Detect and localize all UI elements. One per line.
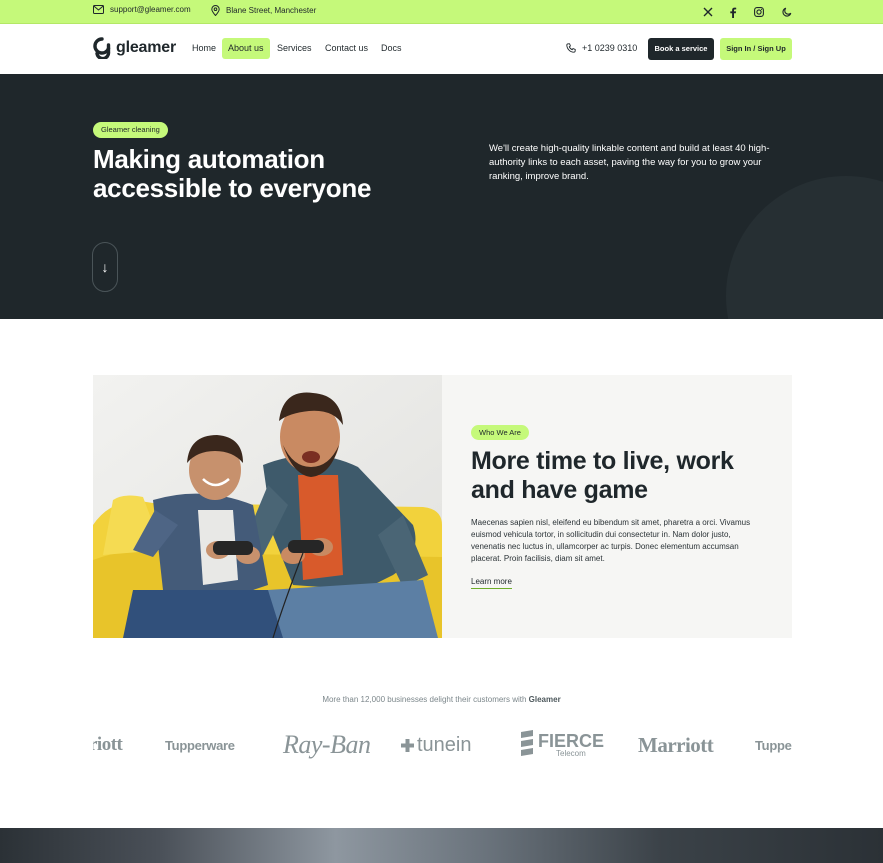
facebook-icon[interactable] — [726, 5, 740, 19]
client-logo-ray-ban: Ray-Ban — [283, 730, 371, 759]
site-header: gleamer Home About us Services Contact u… — [0, 24, 883, 74]
client-logo-strip: riott Tupperware Ray-Ban tunein FIERCE T… — [93, 720, 792, 770]
about-title: More time to live, work and have game — [471, 447, 771, 505]
topbar-email[interactable]: support@gleamer.com — [93, 5, 191, 14]
clients-note-brand: Gleamer — [528, 695, 561, 704]
client-logo-tupperware: Tupperware — [165, 737, 235, 753]
scroll-down-button[interactable]: ↓ — [92, 242, 118, 292]
hero-title: Making automation accessible to everyone — [93, 145, 433, 203]
moon-icon[interactable] — [780, 5, 794, 19]
hero-description: We'll create high-quality linkable conte… — [489, 143, 770, 182]
nav-services[interactable]: Services — [271, 38, 318, 59]
about-title-line-1: More time to live, work — [471, 447, 734, 475]
nav-docs[interactable]: Docs — [375, 38, 408, 59]
fierce-mark-icon — [521, 730, 533, 756]
sign-in-button[interactable]: Sign In / Sign Up — [720, 38, 792, 60]
about-title-line-2: and have game — [471, 476, 648, 504]
gleamer-logo-icon — [93, 37, 111, 59]
arrow-down-icon: ↓ — [101, 259, 109, 275]
about-badge: Who We Are — [471, 425, 529, 440]
client-logo-fierce-telecom: FIERCE Telecom — [519, 720, 604, 770]
phone-number: +1 0239 0310 — [582, 43, 638, 53]
client-logo-tupperware-partial: Tuppe — [755, 737, 792, 753]
client-logo-telecom-text: Telecom — [556, 749, 586, 758]
map-pin-icon — [211, 5, 220, 16]
topbar-address: Blane Street, Manchester — [211, 5, 316, 16]
client-logo-tunein-text: tunein — [417, 733, 472, 756]
tunein-plus-icon — [401, 738, 414, 752]
clients-note: More than 12,000 businesses delight thei… — [0, 695, 883, 704]
nav-about-us[interactable]: About us — [222, 38, 270, 59]
hero-title-line-2: accessible to everyone — [93, 173, 372, 203]
book-service-button[interactable]: Book a service — [648, 38, 714, 60]
client-logo-marriott: Marriott — [638, 732, 714, 757]
phone-contact[interactable]: +1 0239 0310 — [566, 43, 637, 53]
hero-decor-circle — [726, 176, 883, 319]
nav-home[interactable]: Home — [186, 38, 222, 59]
clients-note-text: More than 12,000 businesses delight thei… — [322, 695, 527, 704]
client-logo-tunein: tunein — [401, 720, 472, 770]
client-logo-marriott-partial: riott — [93, 734, 123, 755]
about-description: Maecenas sapien nisl, eleifend eu bibend… — [471, 518, 751, 563]
family-gaming-photo — [93, 375, 442, 638]
next-section-preview — [0, 828, 883, 863]
learn-more-link[interactable]: Learn more — [471, 577, 512, 589]
hero-section: Gleamer cleaning Making automation acces… — [0, 74, 883, 319]
mail-icon — [93, 5, 104, 14]
instagram-icon[interactable] — [752, 5, 766, 19]
nav-contact-us[interactable]: Contact us — [319, 38, 374, 59]
about-card: Who We Are More time to live, work and h… — [93, 375, 792, 638]
x-twitter-icon[interactable] — [701, 5, 715, 19]
client-logo-fierce-text: FIERCE — [538, 731, 605, 751]
about-photo — [93, 375, 442, 638]
top-info-bar: support@gleamer.com Blane Street, Manche… — [0, 0, 883, 24]
hero-title-line-1: Making automation — [93, 144, 325, 174]
brand-logo[interactable]: gleamer — [92, 37, 176, 59]
topbar-address-text: Blane Street, Manchester — [226, 6, 317, 15]
hero-badge: Gleamer cleaning — [93, 122, 168, 138]
page: support@gleamer.com Blane Street, Manche… — [0, 0, 883, 863]
brand-name: gleamer — [116, 39, 176, 56]
phone-icon — [566, 43, 576, 53]
topbar-email-text: support@gleamer.com — [110, 5, 191, 14]
